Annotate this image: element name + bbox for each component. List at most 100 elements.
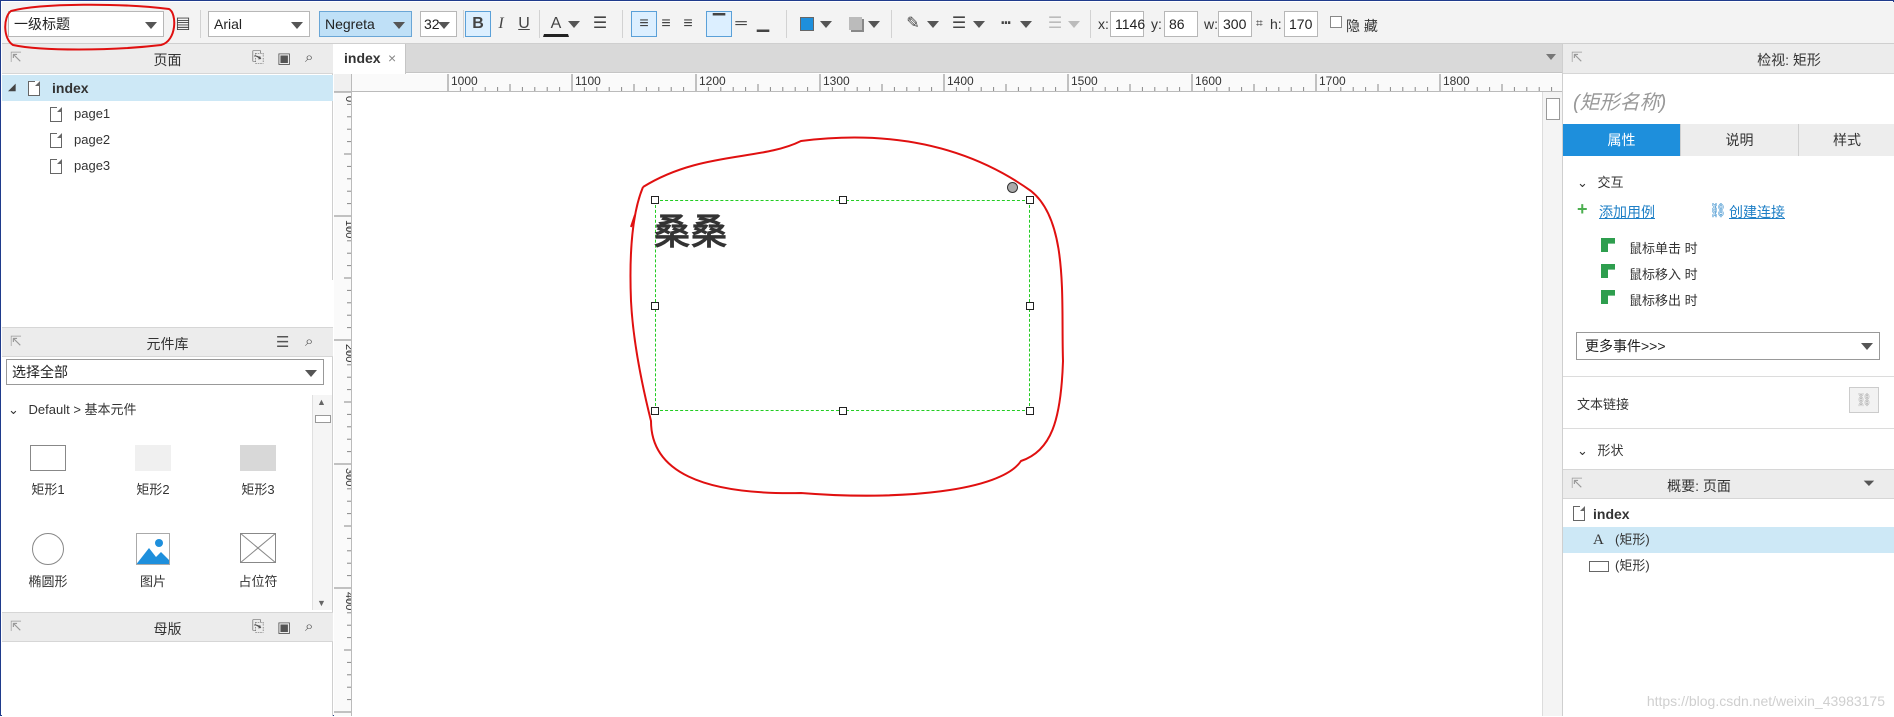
tab-notes[interactable]: 说明 bbox=[1681, 124, 1799, 156]
add-folder-icon[interactable]: ▣ bbox=[277, 618, 291, 636]
page-tree-item-page2[interactable]: page2 bbox=[2, 127, 333, 153]
app-window: 一级标题 ▤ Arial Negreta 32 B I U A ☰ ≡ ≡ ≡ … bbox=[0, 0, 1894, 716]
add-icon[interactable]: + bbox=[1577, 199, 1588, 220]
page-tree-item-index[interactable]: ◢ index bbox=[2, 75, 333, 101]
event-icon bbox=[1601, 238, 1615, 252]
link-icon[interactable]: ⛓ bbox=[1709, 202, 1727, 219]
h-input[interactable]: 170 bbox=[1284, 11, 1318, 37]
menu-icon[interactable]: ☰ bbox=[276, 333, 289, 351]
resize-handle-nw[interactable] bbox=[651, 196, 659, 204]
arrow-style-icon[interactable]: ☰ bbox=[1042, 11, 1068, 37]
underline-button[interactable]: U bbox=[511, 11, 537, 37]
line-style-icon[interactable]: ┅ bbox=[993, 11, 1019, 37]
add-case-link[interactable]: 添加用例 bbox=[1599, 202, 1655, 222]
resize-handle-ne[interactable] bbox=[1026, 196, 1034, 204]
line-width-icon[interactable]: ☰ bbox=[946, 11, 972, 37]
tab-index[interactable]: index × bbox=[334, 44, 406, 74]
tab-menu-icon[interactable] bbox=[1546, 54, 1556, 60]
collapse-icon[interactable]: ◢ bbox=[8, 75, 16, 101]
resize-handle-s[interactable] bbox=[839, 407, 847, 415]
canvas-vertical-scrollbar[interactable] bbox=[1542, 92, 1562, 716]
widget-ellipse[interactable]: 椭圆形 bbox=[22, 533, 74, 590]
library-panel-header: ⇱ 元件库 ☰ ⌕ bbox=[2, 327, 333, 357]
create-link-link[interactable]: 创建连接 bbox=[1729, 202, 1785, 222]
tab-bar: index × bbox=[334, 44, 1562, 74]
resize-handle-e[interactable] bbox=[1026, 302, 1034, 310]
widget-rect2[interactable]: 矩形2 bbox=[127, 445, 179, 498]
y-input[interactable]: 86 bbox=[1164, 11, 1198, 37]
w-input[interactable]: 300 bbox=[1218, 11, 1252, 37]
line-style-caret[interactable] bbox=[1020, 21, 1032, 28]
add-page-icon[interactable]: ⎘ bbox=[252, 49, 264, 66]
filter-icon[interactable]: ⏷ bbox=[1863, 475, 1875, 492]
font-family-select[interactable]: Arial bbox=[208, 11, 310, 37]
widget-image[interactable]: 图片 bbox=[127, 533, 179, 590]
shape-section[interactable]: ⌄ 形状 bbox=[1577, 440, 1624, 459]
outline-label: (矩形) bbox=[1615, 532, 1650, 547]
search-icon[interactable]: ⌕ bbox=[305, 49, 313, 66]
hidden-checkbox[interactable] bbox=[1330, 16, 1342, 28]
text-link-icon[interactable]: ⛓ bbox=[1849, 387, 1879, 413]
rectangle-text[interactable]: 桑桑 bbox=[654, 203, 728, 255]
x-input[interactable]: 1146 bbox=[1110, 11, 1145, 37]
selected-rectangle[interactable]: 桑桑 bbox=[654, 200, 1030, 411]
page-tree-item-page1[interactable]: page1 bbox=[2, 101, 333, 127]
add-master-icon[interactable]: ⎘ bbox=[252, 618, 264, 635]
scroll-down-icon[interactable]: ▼ bbox=[317, 598, 326, 608]
valign-bottom-icon[interactable]: ▁ bbox=[750, 11, 776, 37]
bullet-list-icon[interactable]: ☰ bbox=[587, 11, 613, 37]
font-color-caret[interactable] bbox=[568, 21, 580, 28]
inspector-title: 检视: 矩形 bbox=[1757, 52, 1821, 68]
align-right-icon[interactable]: ≡ bbox=[675, 11, 701, 37]
lock-ratio-icon[interactable]: ⌗ bbox=[1256, 16, 1263, 31]
pin-icon[interactable]: ⇱ bbox=[1571, 49, 1583, 66]
resize-handle-se[interactable] bbox=[1026, 407, 1034, 415]
tab-style[interactable]: 样式 bbox=[1799, 124, 1894, 156]
page-tree-item-page3[interactable]: page3 bbox=[2, 153, 333, 179]
search-icon[interactable]: ⌕ bbox=[305, 618, 313, 635]
resize-handle-w[interactable] bbox=[651, 302, 659, 310]
shadow-icon[interactable] bbox=[842, 11, 868, 37]
outline-item-index[interactable]: index bbox=[1563, 501, 1894, 527]
arrow-style-caret[interactable] bbox=[1068, 21, 1080, 28]
line-color-icon[interactable]: ✎ bbox=[900, 11, 926, 37]
resize-handle-n[interactable] bbox=[839, 196, 847, 204]
font-weight-select[interactable]: Negreta bbox=[319, 11, 412, 37]
library-select[interactable]: 选择全部 bbox=[6, 359, 324, 385]
fill-color-caret[interactable] bbox=[820, 21, 832, 28]
scroll-thumb[interactable] bbox=[1546, 98, 1560, 120]
shape-name-input[interactable]: (矩形名称) bbox=[1573, 86, 1666, 115]
scroll-up-icon[interactable]: ▲ bbox=[317, 397, 326, 407]
font-size-select[interactable]: 32 bbox=[420, 11, 457, 37]
style-manager-icon[interactable]: ▤ bbox=[170, 11, 196, 37]
widget-placeholder[interactable]: 占位符 bbox=[232, 533, 284, 590]
event-mouse-enter[interactable]: 鼠标移入 时 bbox=[1601, 264, 1698, 283]
resize-handle-sw[interactable] bbox=[651, 407, 659, 415]
font-color-icon[interactable]: A bbox=[543, 11, 569, 37]
library-scrollbar[interactable]: ▲ ▼ bbox=[312, 395, 332, 610]
library-group[interactable]: ⌄ Default > 基本元件 bbox=[8, 399, 137, 418]
page-label: index bbox=[52, 80, 89, 96]
widget-label: 占位符 bbox=[238, 574, 278, 589]
outline-item-rect[interactable]: (矩形) bbox=[1563, 553, 1894, 579]
widget-rect3[interactable]: 矩形3 bbox=[232, 445, 284, 498]
widget-rect1[interactable]: 矩形1 bbox=[22, 445, 74, 498]
tab-properties[interactable]: 属性 bbox=[1563, 124, 1681, 156]
shadow-caret[interactable] bbox=[868, 21, 880, 28]
event-mouse-leave[interactable]: 鼠标移出 时 bbox=[1601, 290, 1698, 309]
outline-item-text-rect[interactable]: A (矩形) bbox=[1563, 527, 1894, 553]
add-folder-icon[interactable]: ▣ bbox=[277, 49, 291, 67]
close-icon[interactable]: × bbox=[388, 44, 396, 72]
page-icon bbox=[50, 159, 62, 174]
more-events-select[interactable]: 更多事件>>> bbox=[1576, 332, 1880, 360]
scroll-thumb[interactable] bbox=[315, 415, 331, 423]
search-icon[interactable]: ⌕ bbox=[305, 333, 313, 350]
interaction-section[interactable]: ⌄ 交互 bbox=[1577, 172, 1624, 191]
rotate-handle[interactable] bbox=[1007, 182, 1018, 193]
style-select[interactable]: 一级标题 bbox=[8, 11, 164, 37]
line-color-caret[interactable] bbox=[927, 21, 939, 28]
tab-label: index bbox=[344, 50, 381, 66]
event-click[interactable]: 鼠标单击 时 bbox=[1601, 238, 1698, 257]
line-width-caret[interactable] bbox=[973, 21, 985, 28]
fill-color-icon[interactable] bbox=[794, 11, 820, 37]
